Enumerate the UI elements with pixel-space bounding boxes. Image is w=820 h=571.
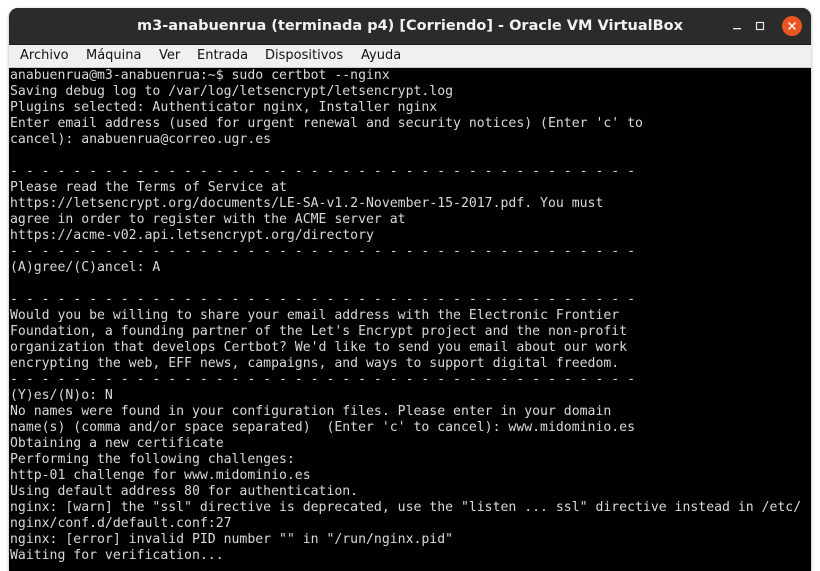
menu-ver[interactable]: Ver [159,45,180,67]
terminal-separator: - - - - - - - - - - - - - - - - - - - - … [10,372,635,387]
menu-ayuda[interactable]: Ayuda [361,45,401,67]
terminal-separator: - - - - - - - - - - - - - - - - - - - - … [10,244,635,259]
terminal-line: Foundation, a founding partner of the Le… [10,324,628,339]
terminal-line: Waiting for verification... [10,548,224,563]
terminal-line: nginx: [error] invalid PID number "" in … [10,532,454,547]
close-button[interactable] [782,16,802,36]
terminal-line: (Y)es/(N)o: N [10,388,113,403]
terminal-line: nginx/conf.d/default.conf:27 [10,516,232,531]
terminal-line: encrypting the web, EFF news, campaigns,… [10,356,620,371]
terminal-line: https://letsencrypt.org/documents/LE-SA-… [10,196,604,211]
terminal-separator: - - - - - - - - - - - - - - - - - - - - … [10,292,635,307]
maximize-icon [755,21,765,31]
terminal-line: cancel): anabuenrua@correo.ugr.es [10,132,272,147]
menu-dispositivos[interactable]: Dispositivos [265,45,343,67]
terminal-line: nginx: [warn] the "ssl" directive is dep… [10,500,802,515]
terminal-line: Performing the following challenges: [10,452,295,467]
terminal-line: https://acme-v02.api.letsencrypt.org/dir… [10,228,374,243]
terminal-line: anabuenrua@m3-anabuenrua:~$ sudo certbot… [10,68,390,83]
menu-entrada[interactable]: Entrada [197,45,248,67]
terminal-line: Plugins selected: Authenticator nginx, I… [10,100,438,115]
window-title: m3-anabuenrua (terminada p4) [Corriendo]… [137,18,683,34]
menu-bar: Archivo Máquina Ver Entrada Dispositivos… [9,45,811,68]
terminal-line: Using default address 80 for authenticat… [10,484,359,499]
terminal-screen[interactable]: anabuenrua@m3-anabuenrua:~$ sudo certbot… [9,68,811,571]
terminal-line: http-01 challenge for www.midominio.es [10,468,311,483]
menu-archivo[interactable]: Archivo [20,45,69,67]
terminal-line: Would you be willing to share your email… [10,308,620,323]
terminal-line: Enter email address (used for urgent ren… [10,116,643,131]
close-icon [787,21,797,31]
terminal-line: name(s) (comma and/or space separated) (… [10,420,635,435]
terminal-line: agree in order to register with the ACME… [10,212,406,227]
virtualbox-window: m3-anabuenrua (terminada p4) [Corriendo]… [9,8,811,571]
title-bar[interactable]: m3-anabuenrua (terminada p4) [Corriendo]… [9,8,811,45]
terminal-line: Please read the Terms of Service at [10,180,287,195]
terminal-line: (A)gree/(C)ancel: A [10,260,161,275]
maximize-button[interactable] [750,16,770,36]
terminal-line: No names were found in your configuratio… [10,404,612,419]
minimize-icon [732,21,742,31]
terminal-line: Saving debug log to /var/log/letsencrypt… [10,84,454,99]
menu-maquina[interactable]: Máquina [86,45,142,67]
terminal-separator: - - - - - - - - - - - - - - - - - - - - … [10,164,635,179]
minimize-button[interactable] [727,16,747,36]
terminal-line: Obtaining a new certificate [10,436,224,451]
terminal-line: organization that develops Certbot? We'd… [10,340,628,355]
